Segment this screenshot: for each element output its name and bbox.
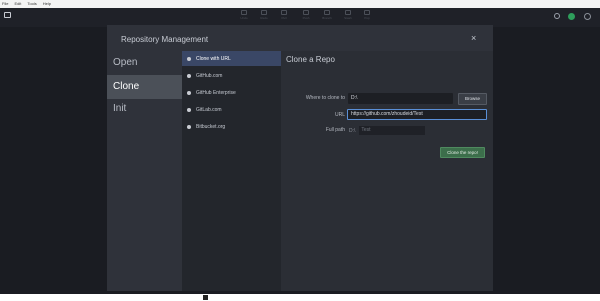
help-icon[interactable]: [584, 13, 591, 20]
bitbucket-icon: [187, 124, 191, 129]
full-path-value: Test: [359, 126, 426, 135]
clone-source-list: Clone with URL GitHub.com GitHub Enterpr…: [182, 51, 281, 291]
preferences-icon[interactable]: [568, 13, 575, 20]
source-clone-with-url[interactable]: Clone with URL: [182, 51, 281, 66]
clone-destination-field[interactable]: D:\: [348, 93, 453, 104]
stash-label: Stash: [344, 16, 352, 20]
redo-button[interactable]: Redo: [254, 10, 274, 25]
clone-form: Clone a Repo Where to clone to D:\ Brows…: [281, 51, 493, 291]
branch-icon: [324, 10, 330, 15]
url-input[interactable]: https://github.com/zhoudeid/Test: [347, 109, 487, 120]
source-label: GitHub Enterprise: [196, 89, 236, 96]
mode-init[interactable]: Init: [107, 97, 182, 121]
pop-button[interactable]: Pop: [357, 10, 377, 25]
stash-icon: [345, 10, 351, 15]
github-icon: [187, 73, 191, 78]
bottom-bar: [0, 294, 600, 301]
undo-icon: [241, 10, 247, 15]
search-icon[interactable]: [554, 13, 560, 19]
close-icon[interactable]: ×: [471, 33, 476, 43]
github-enterprise-icon: [187, 90, 191, 95]
push-icon: [303, 10, 309, 15]
undo-button[interactable]: Undo: [234, 10, 254, 25]
app-window: Undo Redo Pull Push Branch Stash Pop Rep…: [0, 8, 600, 294]
menu-edit[interactable]: Edit: [14, 0, 21, 8]
full-path-label: Full path: [325, 127, 345, 133]
source-label: Bitbucket.org: [196, 123, 226, 130]
pull-icon: [281, 10, 287, 15]
pop-label: Pop: [364, 16, 370, 20]
stash-button[interactable]: Stash: [338, 10, 358, 25]
pull-label: Pull: [281, 16, 287, 20]
browse-button[interactable]: Browse: [458, 93, 487, 105]
mode-clone[interactable]: Clone: [107, 75, 182, 99]
mode-rail: Open Clone Init: [107, 51, 182, 291]
source-label: Clone with URL: [196, 55, 231, 62]
source-gitlab[interactable]: GitLab.com: [182, 102, 281, 117]
mode-open[interactable]: Open: [107, 51, 182, 75]
full-path-prefix: D:\: [349, 127, 356, 134]
push-label: Push: [302, 16, 310, 20]
pop-icon: [364, 10, 370, 15]
taskbar-icon: [203, 295, 208, 300]
gitlab-icon: [187, 107, 191, 112]
undo-label: Undo: [240, 16, 248, 20]
branch-button[interactable]: Branch: [317, 10, 337, 25]
push-button[interactable]: Push: [296, 10, 316, 25]
source-bitbucket[interactable]: Bitbucket.org: [182, 119, 281, 134]
clone-repo-button[interactable]: Clone the repo!: [440, 147, 485, 158]
menu-help[interactable]: Help: [43, 0, 51, 8]
url-label: URL: [334, 112, 345, 118]
menu-tools[interactable]: Tools: [27, 0, 36, 8]
where-to-clone-label: Where to clone to: [305, 95, 345, 101]
redo-label: Redo: [260, 16, 268, 20]
source-github[interactable]: GitHub.com: [182, 68, 281, 83]
dialog-title: Repository Management: [121, 35, 209, 44]
pull-button[interactable]: Pull: [274, 10, 294, 25]
repository-management-dialog: Repository Management × Open Clone Init …: [107, 25, 493, 291]
link-icon: [187, 56, 191, 61]
os-menubar: File Edit Tools Help: [0, 0, 600, 8]
source-github-enterprise[interactable]: GitHub Enterprise: [182, 85, 281, 100]
full-path-display: D:\ Test: [349, 126, 426, 135]
source-label: GitHub.com: [196, 72, 223, 79]
form-title: Clone a Repo: [286, 55, 335, 64]
branch-label: Branch: [322, 16, 332, 20]
source-label: GitLab.com: [196, 106, 222, 113]
redo-icon: [261, 10, 267, 15]
repo-icon[interactable]: [4, 12, 11, 18]
menu-file[interactable]: File: [2, 0, 8, 8]
